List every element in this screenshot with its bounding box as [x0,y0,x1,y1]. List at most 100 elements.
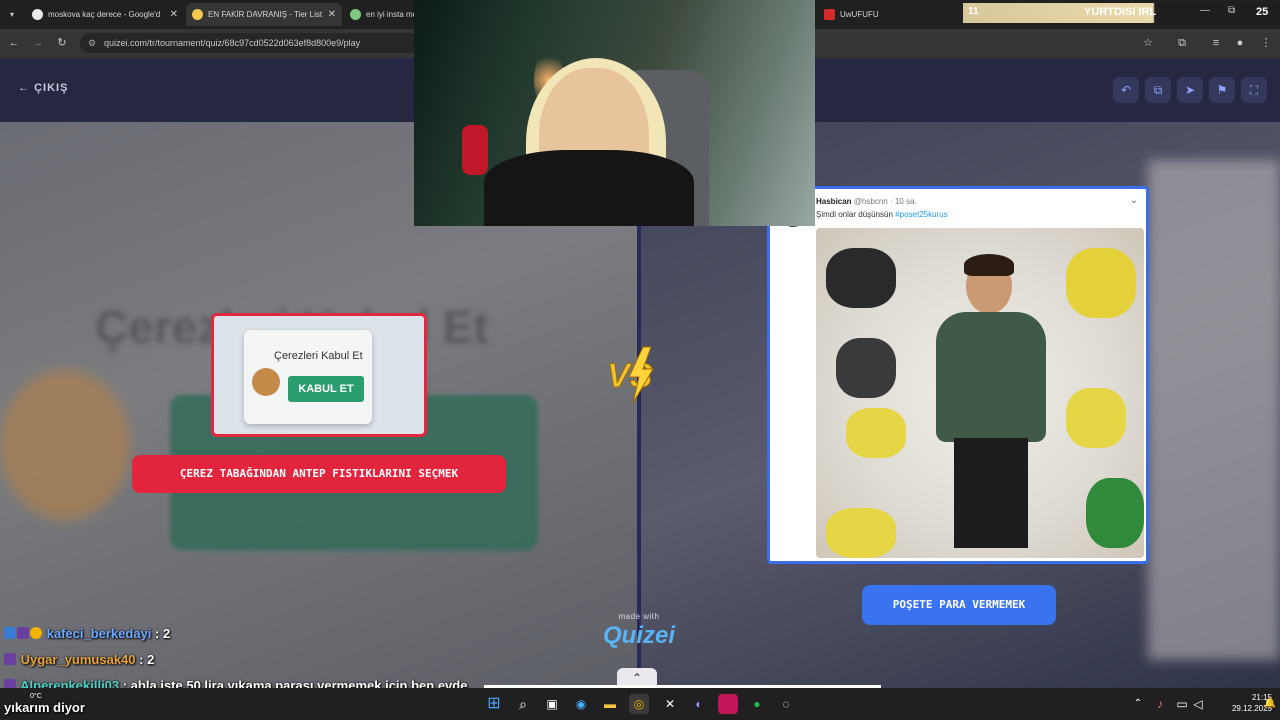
left-option-button[interactable]: ÇEREZ TABAĞINDAN ANTEP FISTIKLARINI SEÇM… [132,455,506,493]
share-button[interactable]: ➤ [1177,77,1203,103]
file-explorer-icon[interactable]: ▬ [600,694,620,714]
chrome-icon[interactable]: ◎ [629,694,649,714]
tab-3-title: en iyi insta me [366,10,414,19]
cookie-banner-image: Çerezleri Kabul Et KABUL ET [244,330,372,424]
tweet-user: Hasbican [816,197,852,206]
undo-icon: ↶ [1120,83,1132,97]
x-app-icon[interactable]: ✕ [660,694,680,714]
flag-icon: ⚑ [1216,83,1228,97]
edge-icon[interactable]: ◉ [571,694,591,714]
tab-2-title: EN FAKİR DAVRANIŞ - Tier List [208,10,323,19]
cookie-accept-image-button: KABUL ET [288,376,364,402]
chevron-up-icon: ⌃ [631,671,643,685]
tweet-handle: @hsbcnn · 10 sa. [853,197,917,206]
close-icon[interactable]: ✕ [328,3,336,26]
tweet-text-line: Şimdi onlar düşünsün #poset25kurus [816,210,948,219]
chat-user: Uygar_yumusak40 [20,652,136,667]
right-option-card[interactable]: Hasbican @hsbcnn · 10 sa. ⌄ Şimdi onlar … [767,186,1149,564]
site-icon [350,9,361,20]
badge-icon [30,627,42,639]
copy-button[interactable]: ⧉ [1145,77,1171,103]
right-option-button[interactable]: POŞETE PARA VERMEMEK [862,585,1056,625]
tab-2[interactable]: EN FAKİR DAVRANIŞ - Tier List ✕ [186,3,342,26]
url-text: quizei.com/tr/tournament/quiz/68c97cd052… [104,38,361,48]
stream-info-number: 11 [968,6,979,17]
copy-icon: ⧉ [1153,83,1163,97]
weather-widget[interactable]: 0°C [30,693,42,700]
bag-shape [1086,478,1144,548]
search-icon[interactable]: ⌕ [513,694,533,714]
media-control-icon[interactable]: ≡ [1206,33,1226,53]
fullscreen-button[interactable]: ⛶ [1241,77,1267,103]
url-field[interactable]: ⚙ quizei.com/tr/tournament/quiz/68c97cd0… [80,33,420,53]
uwufufu-icon [824,9,835,20]
tab-4-title: UwUFUFU [840,10,879,19]
person-hair [964,254,1014,276]
badge-icon [4,653,16,665]
tweet-header: Hasbican @hsbcnn · 10 sa. [816,197,917,206]
extensions-icon[interactable]: ⧉ [1172,33,1192,53]
google-icon [32,9,43,20]
cookie-banner-title: Çerezleri Kabul Et [274,350,363,362]
restore-icon[interactable]: ⧉ [1228,5,1235,16]
undo-button[interactable]: ↶ [1113,77,1139,103]
back-icon[interactable]: ← [4,33,24,53]
streamer-body [484,150,694,226]
app-icon[interactable] [718,694,738,714]
exit-button[interactable]: ← ÇIKIŞ [18,82,68,94]
discord-icon[interactable]: ◐ [689,694,709,714]
bag-shape [1066,248,1136,318]
bag-shape [1066,388,1126,448]
arrow-left-icon: ← [18,82,35,94]
tierlist-icon [192,9,203,20]
badge-icon [17,627,29,639]
exit-label: ÇIKIŞ [34,82,69,94]
volume-icon[interactable]: ◁ [1188,694,1208,714]
person-shirt [936,312,1046,442]
microphone-icon[interactable]: ♪ [1150,694,1170,714]
fullscreen-icon: ⛶ [1249,83,1259,97]
tab-1[interactable]: moskova kaç derece - Google'd ✕ [26,3,184,26]
vs-icon: VS [607,346,654,404]
chat-message: kafeci_berkedayi : 2 [4,626,170,641]
tweet-hashtag: #poset25kurus [895,210,948,219]
tab-4[interactable]: UwUFUFU [820,3,963,26]
menu-icon[interactable]: ⋮ [1256,33,1276,53]
chat-message: Uygar_yumusak40 : 2 [4,652,154,667]
close-icon[interactable]: ✕ [170,3,178,26]
spotify-icon[interactable]: ● [747,694,767,714]
task-view-icon[interactable]: ▣ [542,694,562,714]
chat-text: yıkarım diyor [4,700,85,715]
tab-list-button[interactable]: ▾ [4,3,20,26]
stream-info-title: YURTDISI IRL [1084,6,1157,18]
report-button[interactable]: ⚑ [1209,77,1235,103]
chevron-down-icon: ⌄ [1129,195,1138,206]
backdrop-cookie [0,370,130,520]
profile-icon[interactable]: ● [1230,33,1250,53]
send-icon: ➤ [1184,83,1196,97]
minimize-icon[interactable]: — [1200,5,1210,16]
bag-shape [836,338,896,398]
left-option-card[interactable]: Çerezleri Kabul Et KABUL ET [211,313,427,437]
backdrop-right-edge [1148,160,1280,660]
chevron-up-icon[interactable]: ⌃ [1128,694,1148,714]
bag-shape [826,248,896,308]
bag-shape [846,408,906,458]
tweet-text: Şimdi onlar düşünsün [816,210,893,219]
tab-3[interactable]: en iyi insta me [344,3,414,26]
chat-text: : 2 [139,652,155,667]
quizei-logo[interactable]: Quizei [597,622,681,650]
tab-1-title: moskova kaç derece - Google'd [48,10,161,19]
chat-user: kafeci_berkedayi [46,626,152,641]
webcam-overlay [414,0,815,226]
forward-icon[interactable]: → [28,33,48,53]
stream-info-count: 25 [1256,6,1269,18]
notification-icon[interactable]: 🔔 [1260,694,1280,714]
tweet-photo [816,228,1144,558]
reload-icon[interactable]: ↻ [52,33,72,53]
start-icon[interactable]: ⊞ [484,694,504,714]
obs-icon[interactable]: ◌ [776,694,796,714]
site-info-icon[interactable]: ⚙ [88,33,96,53]
bookmark-star-icon[interactable]: ☆ [1138,33,1158,53]
badge-icon [4,627,16,639]
